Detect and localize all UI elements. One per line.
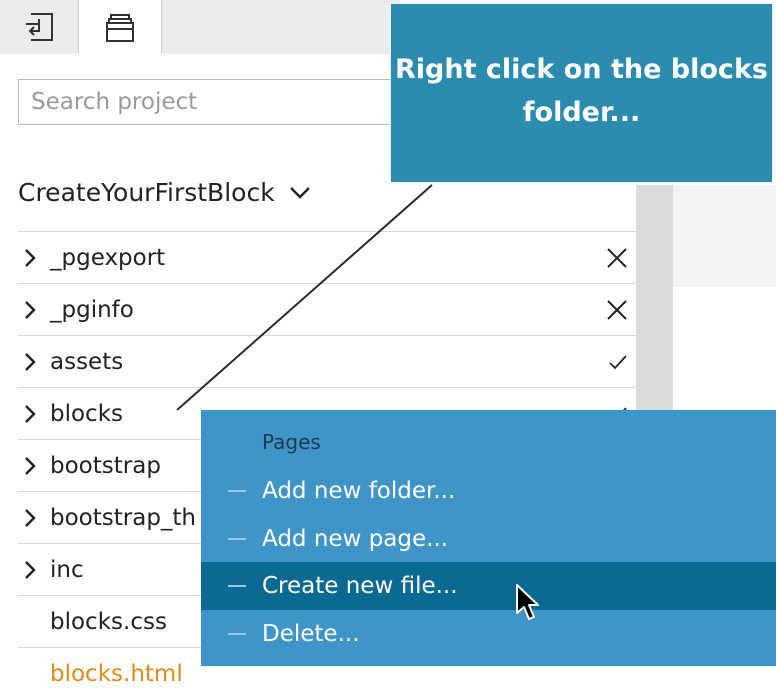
tree-item-label: assets	[50, 348, 124, 375]
menu-item-label: Add new page...	[262, 526, 449, 552]
panel-tab-bar	[0, 0, 400, 55]
project-title-label: CreateYourFirstBlock	[18, 178, 275, 207]
callout-text: Right click on the blocks folder...	[395, 54, 768, 128]
tree-item-label: bootstrap_th	[50, 504, 197, 531]
menu-item-label: Add new folder...	[262, 478, 456, 504]
tree-item-label: _pgexport	[50, 244, 166, 271]
menu-item-delete[interactable]: Delete...	[201, 610, 776, 658]
chevron-right-icon	[25, 352, 36, 371]
close-icon[interactable]	[606, 299, 628, 321]
tree-item-label: blocks	[50, 400, 124, 427]
close-icon[interactable]	[606, 247, 628, 269]
project-archive-icon	[106, 13, 134, 42]
tree-item-label: blocks.css	[50, 608, 167, 635]
tree-folder-pginfo[interactable]: _pginfo	[18, 283, 636, 335]
tree-item-label: blocks.html	[50, 660, 183, 687]
export-icon	[26, 13, 53, 41]
menu-item-add-folder[interactable]: Add new folder...	[201, 467, 776, 515]
tree-item-label: inc	[50, 556, 84, 583]
chevron-down-icon	[289, 186, 310, 199]
search-placeholder: Search project	[31, 89, 198, 115]
menu-item-label: Create new file...	[262, 573, 458, 599]
context-menu: Pages Add new folder... Add new page... …	[201, 410, 776, 666]
tree-folder-assets[interactable]: assets	[18, 335, 636, 387]
check-icon[interactable]	[608, 354, 628, 370]
dash-icon	[228, 538, 246, 540]
chevron-right-icon	[25, 404, 36, 423]
menu-item-label: Delete...	[262, 621, 360, 647]
menu-item-create-file[interactable]: Create new file...	[201, 562, 776, 610]
mouse-cursor-icon	[516, 584, 539, 620]
editor-pane	[673, 185, 776, 287]
search-input[interactable]: Search project	[18, 79, 408, 125]
tree-item-label: bootstrap	[50, 452, 161, 479]
context-menu-header: Pages	[262, 430, 321, 454]
chevron-right-icon	[25, 248, 36, 267]
chevron-right-icon	[25, 456, 36, 475]
chevron-right-icon	[25, 300, 36, 319]
dash-icon	[228, 585, 246, 587]
dash-icon	[228, 633, 246, 635]
tree-folder-pgexport[interactable]: _pgexport	[18, 231, 636, 283]
tree-item-label: _pginfo	[50, 296, 134, 323]
dash-icon	[228, 490, 246, 492]
tab-project[interactable]	[78, 0, 162, 55]
tutorial-callout: Right click on the blocks folder...	[390, 3, 773, 183]
menu-item-add-page[interactable]: Add new page...	[201, 515, 776, 563]
chevron-right-icon	[25, 508, 36, 527]
chevron-right-icon	[25, 560, 36, 579]
project-title[interactable]: CreateYourFirstBlock	[18, 178, 311, 207]
tab-export[interactable]	[0, 0, 78, 54]
